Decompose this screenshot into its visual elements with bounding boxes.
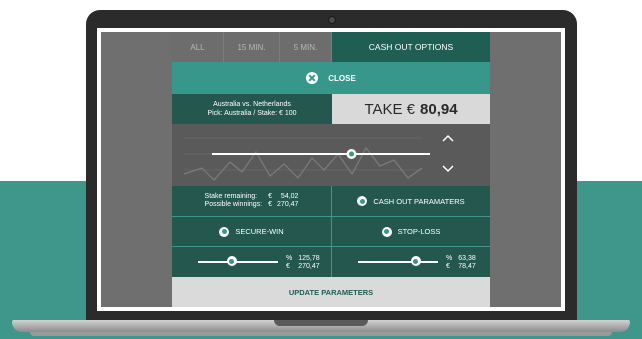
column-divider (331, 186, 332, 277)
stop-loss-label: STOP-LOSS (397, 227, 441, 236)
secure-win-amount-value: 270,47 (298, 263, 320, 270)
cash-out-parameters-label: CASH OUT PARAMATERS (373, 196, 465, 206)
stake-summary: Stake remaining: Possible winnings: € € … (172, 186, 331, 216)
secure-win-slider-row: % € 125,78 270,47 (172, 246, 331, 277)
secure-win-radio[interactable] (219, 226, 230, 237)
stop-loss-option[interactable]: STOP-LOSS (332, 216, 490, 246)
match-pick: Pick: Australia / Stake: € 100 (207, 110, 297, 117)
secure-win-units: % € (286, 255, 292, 271)
camera-icon (328, 16, 336, 24)
stake-currency: € (268, 193, 273, 200)
stake-remaining-label: Stake remaining: (204, 193, 258, 200)
stake-currency-column: € € (268, 193, 272, 209)
stake-labels: Stake remaining: Possible winnings: (205, 193, 263, 209)
secure-win-label: SECURE-WIN (235, 227, 284, 236)
stop-loss-amount-value: 78,47 (458, 263, 476, 270)
stop-loss-units: % € (446, 255, 452, 271)
chevron-down-icon[interactable] (442, 165, 454, 173)
stake-remaining-value: 54,02 (280, 193, 299, 200)
tab-bar: ALL 15 MIN. 5 MIN. CASH OUT OPTIONS (172, 32, 490, 62)
stop-loss-percent-unit: % (446, 255, 453, 262)
chevron-up-icon[interactable] (442, 134, 454, 142)
tab-all[interactable]: ALL (172, 32, 224, 62)
cash-out-app: ALL 15 MIN. 5 MIN. CASH OUT OPTIONS CLOS… (172, 32, 490, 307)
stop-loss-numbers: 63,38 78,47 (458, 255, 476, 271)
cash-out-parameters-radio[interactable] (357, 196, 368, 206)
stop-loss-values: % € 63,38 78,47 (446, 255, 476, 271)
take-amount: 80,94 (420, 100, 458, 118)
take-label: TAKE € (364, 100, 416, 118)
winnings-currency: € (268, 201, 273, 208)
stop-loss-radio[interactable] (381, 226, 392, 237)
cash-out-parameters-option[interactable]: CASH OUT PARAMATERS (332, 186, 490, 216)
stop-loss-slider-row: % € 63,38 78,47 (332, 246, 490, 277)
secure-win-percent-unit: % (286, 255, 293, 262)
secure-win-values: % € 125,78 270,47 (286, 255, 320, 271)
stop-loss-currency-unit: € (446, 263, 450, 270)
update-parameters-button[interactable]: UPDATE PARAMETERS (172, 277, 490, 307)
tab-cash-out-options[interactable]: CASH OUT OPTIONS (332, 32, 490, 62)
possible-winnings-label: Possible winnings: (204, 201, 263, 208)
take-button[interactable]: TAKE € 80,94 (332, 94, 490, 124)
secure-win-option[interactable]: SECURE-WIN (172, 216, 331, 246)
stop-loss-slider-thumb[interactable] (410, 256, 421, 266)
stop-loss-slider-track[interactable] (358, 261, 438, 263)
secure-win-slider-track[interactable] (198, 261, 278, 263)
tab-5-min[interactable]: 5 MIN. (280, 32, 332, 62)
laptop-base-notch (274, 320, 368, 326)
stop-loss-percent-value: 63,38 (458, 255, 476, 262)
laptop-screen: ALL 15 MIN. 5 MIN. CASH OUT OPTIONS CLOS… (101, 32, 561, 307)
close-button[interactable]: CLOSE (172, 62, 490, 94)
secure-win-percent-value: 125,78 (298, 255, 320, 262)
close-label: CLOSE (328, 73, 356, 83)
secure-win-slider-thumb[interactable] (226, 256, 237, 266)
possible-winnings-value: 270,47 (277, 201, 299, 208)
laptop-base-shadow (30, 332, 612, 336)
cash-out-chart-area (172, 124, 490, 186)
match-info: Australia vs. Netherlands Pick: Australi… (172, 94, 332, 124)
close-icon (306, 72, 319, 84)
secure-win-currency-unit: € (286, 263, 290, 270)
stake-value-column: 54,02 270,47 (277, 193, 298, 209)
match-teams: Australia vs. Netherlands (213, 101, 291, 108)
secure-win-numbers: 125,78 270,47 (298, 255, 319, 271)
chart-line (183, 146, 423, 181)
cash-out-chart (183, 134, 454, 181)
tab-15-min[interactable]: 15 MIN. (224, 32, 280, 62)
main-slider-thumb-dot (349, 151, 355, 157)
